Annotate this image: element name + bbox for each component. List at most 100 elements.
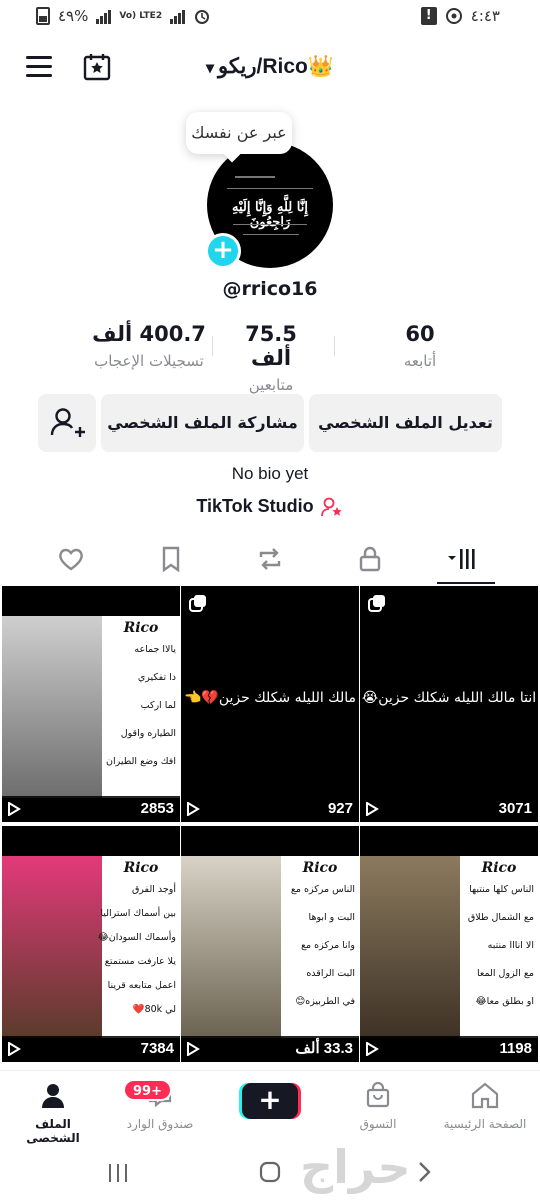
likes-count: 400.7 ألف (92, 322, 206, 346)
card-title: Rico (123, 620, 159, 636)
followers-count: 75.5 ألف (245, 322, 297, 370)
card-line: لي 80k❤️ (132, 1004, 176, 1015)
card-line: مع الشمال طلاق (467, 912, 534, 923)
view-count: 33.3 ألف (295, 1040, 353, 1057)
video-tile[interactable]: Rico الناس مركزه مع البت و ابوها وانا مر… (181, 826, 359, 1062)
home-button-icon[interactable] (258, 1160, 282, 1184)
card-line: الناس مركزه مع (290, 884, 355, 895)
multi-photo-icon (189, 595, 206, 612)
back-icon[interactable] (414, 1161, 434, 1183)
user-handle: @rrico16 (222, 278, 318, 300)
following-count: 60 (405, 322, 435, 346)
inbox-badge: 99+ (123, 1079, 172, 1101)
add-friend-button[interactable] (38, 394, 96, 452)
clock: ٤:٤٣ (470, 7, 500, 25)
profile-actions: تعديل الملف الشخصي مشاركة الملف الشخصي (0, 394, 540, 452)
edit-profile-button[interactable]: تعديل الملف الشخصي (309, 394, 502, 452)
video-tile[interactable]: انتا مالك الليله شكلك حزين😭 3071 (360, 586, 538, 822)
alarm-icon (195, 10, 210, 24)
likes-label: تسجيلات الإعجاب (94, 352, 204, 370)
card-line: لما اركب (140, 700, 176, 711)
video-thumbnail (2, 616, 102, 798)
create-button[interactable]: + (242, 1083, 298, 1119)
video-thumbnail (2, 856, 102, 1038)
stat-divider (334, 336, 335, 356)
video-tile[interactable]: Rico يالاا جماعه دا تفكيري لما اركب الطي… (2, 586, 180, 822)
video-tile[interactable]: Rico الناس كلها منتبها مع الشمال طلاق ال… (360, 826, 538, 1062)
share-profile-button[interactable]: مشاركة الملف الشخصي (101, 394, 304, 452)
status-left: ٤٩% Vo) LTE2 (36, 7, 211, 25)
nav-home[interactable]: الصفحة الرئيسية (440, 1081, 530, 1131)
card-line: أوجد الفرق (131, 884, 176, 895)
video-thumbnail (181, 856, 281, 1038)
heart-icon[interactable] (56, 544, 86, 574)
view-count: 3071 (498, 800, 532, 817)
system-navigation (0, 1144, 540, 1204)
card-line: دا تفكيري (137, 672, 176, 683)
nav-inbox-label: صندوق الوارد (126, 1117, 194, 1131)
studio-person-star-icon (320, 497, 342, 517)
followers-stat[interactable]: 75.5 ألف متابعين (226, 322, 316, 394)
card-line: بين أسماك استراليا (100, 908, 176, 919)
card-line: البت و ابوها (308, 912, 355, 923)
nav-profile-label: الملف الشخصي (26, 1117, 80, 1145)
video-thumbnail (360, 856, 460, 1038)
lock-icon[interactable] (355, 544, 385, 574)
profile-stats: 60 أتابعه 75.5 ألف متابعين 400.7 ألف تسج… (0, 322, 540, 394)
video-tile[interactable]: مالك الليله شكلك حزين💔👈 927 (181, 586, 359, 822)
card-line: وانا مركزه مع (300, 940, 355, 951)
add-story-button[interactable]: + (205, 233, 241, 269)
view-count: 1198 (499, 1040, 532, 1057)
nav-home-label: الصفحة الرئيسية (443, 1117, 527, 1131)
bio-text: No bio yet (231, 464, 309, 483)
chevron-down-icon: ▾ (206, 60, 215, 77)
nav-shop-label: التسوق (359, 1117, 397, 1131)
card-line: البت الراقده (306, 968, 355, 979)
card-title: Rico (481, 860, 517, 876)
battery-percent: ٤٩% (58, 7, 89, 25)
account-switcher[interactable]: ▾ ريكو/Rico👑 (0, 54, 540, 79)
card-line: مع الزول المعا (477, 968, 534, 979)
watermark-logo: حراج (300, 1140, 411, 1194)
card-line: يالاا جماعه (134, 644, 176, 655)
view-count: 2853 (140, 800, 174, 817)
signal-icon (96, 9, 112, 24)
play-icon (8, 1042, 21, 1056)
followers-label: متابعين (248, 376, 294, 394)
recent-apps-icon[interactable] (106, 1162, 130, 1184)
battery-icon (36, 7, 50, 25)
card-line: او بطلق معا😂 (475, 996, 534, 1007)
status-bar: ٤٩% Vo) LTE2 ! ٤:٤٣ (0, 0, 540, 34)
card-line: في الطربيزه😊 (295, 996, 355, 1007)
video-text-card: Rico أوجد الفرق بين أسماك استراليا وأسما… (98, 856, 180, 1038)
repost-icon[interactable] (255, 544, 285, 574)
bookmark-icon[interactable] (156, 544, 186, 574)
nav-shop[interactable]: التسوق (333, 1081, 423, 1131)
view-count: 7384 (140, 1040, 174, 1057)
video-text-card: Rico يالاا جماعه دا تفكيري لما اركب الطي… (102, 616, 180, 798)
profile-icon (42, 1084, 64, 1108)
video-text-card: Rico الناس مركزه مع البت و ابوها وانا مر… (281, 856, 359, 1038)
video-caption: انتا مالك الليله شكلك حزين😭 (361, 690, 537, 706)
likes-stat[interactable]: 400.7 ألف تسجيلات الإعجاب (84, 322, 214, 370)
nav-profile[interactable]: الملف الشخصي (8, 1081, 98, 1145)
play-icon (366, 1042, 379, 1056)
content-tabs (0, 532, 540, 584)
card-title: Rico (302, 860, 338, 876)
card-line: الناس كلها منتبها (469, 884, 534, 895)
bottom-navigation: الملف الشخصي صندوق الوارد 99+ + التسوق ا… (0, 1070, 540, 1145)
cast-icon (445, 8, 462, 24)
tiktok-studio-link[interactable]: TikTok Studio (0, 496, 540, 518)
bio-prompt-bubble[interactable]: عبر عن نفسك (186, 112, 292, 154)
home-icon (471, 1082, 499, 1109)
username: ريكو/Rico👑 (218, 55, 334, 78)
videos-grid-icon[interactable] (446, 544, 476, 574)
following-label: أتابعه (403, 352, 437, 370)
profile-header: ▾ ريكو/Rico👑 (0, 42, 540, 94)
view-count: 927 (327, 800, 353, 817)
network-type: Vo) LTE2 (119, 10, 163, 21)
play-icon (187, 802, 200, 816)
add-user-icon (50, 408, 85, 437)
following-stat[interactable]: 60 أتابعه (390, 322, 450, 370)
video-tile[interactable]: Rico أوجد الفرق بين أسماك استراليا وأسما… (2, 826, 180, 1062)
